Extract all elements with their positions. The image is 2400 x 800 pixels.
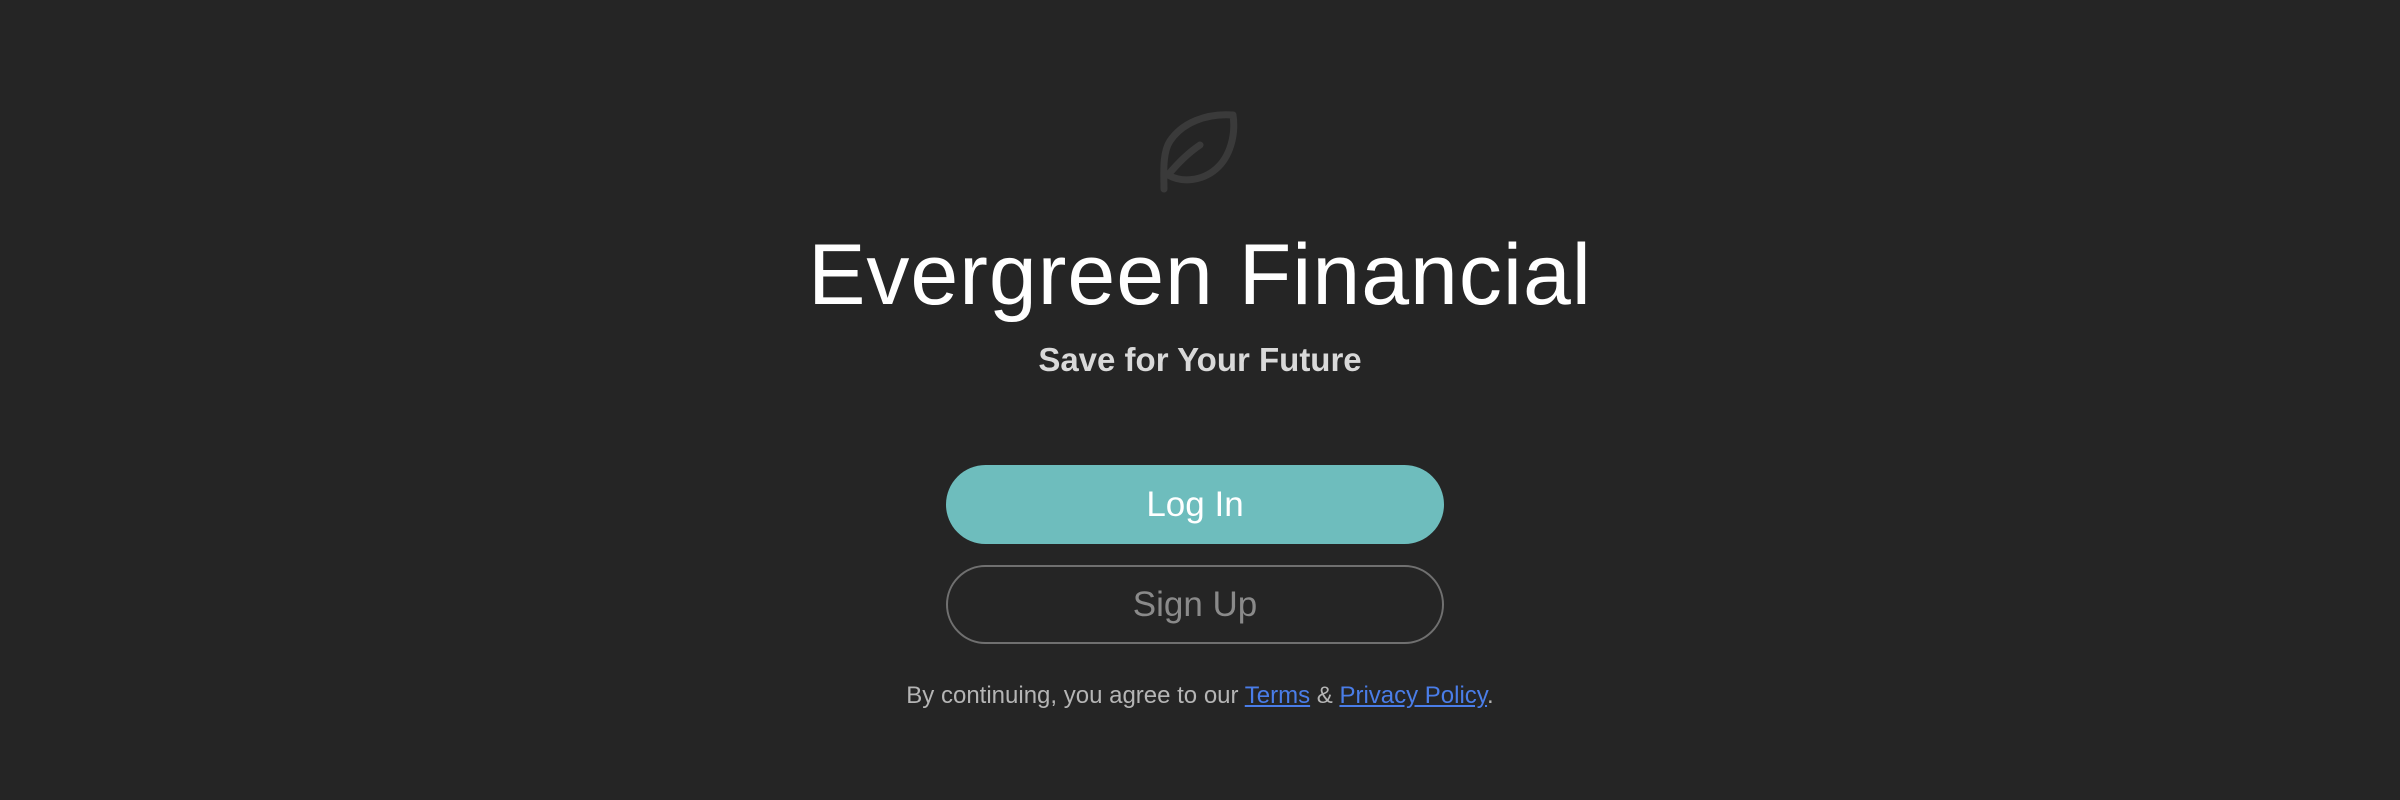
signup-button[interactable]: Sign Up xyxy=(946,565,1444,644)
app-tagline: Save for Your Future xyxy=(1038,341,1362,378)
login-button[interactable]: Log In xyxy=(946,465,1444,544)
legal-suffix: . xyxy=(1487,682,1494,709)
legal-prefix: By continuing, you agree to our xyxy=(906,682,1245,709)
legal-notice: By continuing, you agree to our Terms & … xyxy=(0,680,2400,712)
terms-link[interactable]: Terms xyxy=(1245,682,1310,709)
leaf-icon xyxy=(1150,105,1240,195)
app-title: Evergreen Financial xyxy=(808,227,1592,323)
welcome-screen: Evergreen Financial Save for Your Future… xyxy=(0,0,2400,800)
privacy-policy-link[interactable]: Privacy Policy xyxy=(1339,682,1487,709)
legal-separator: & xyxy=(1310,682,1340,709)
